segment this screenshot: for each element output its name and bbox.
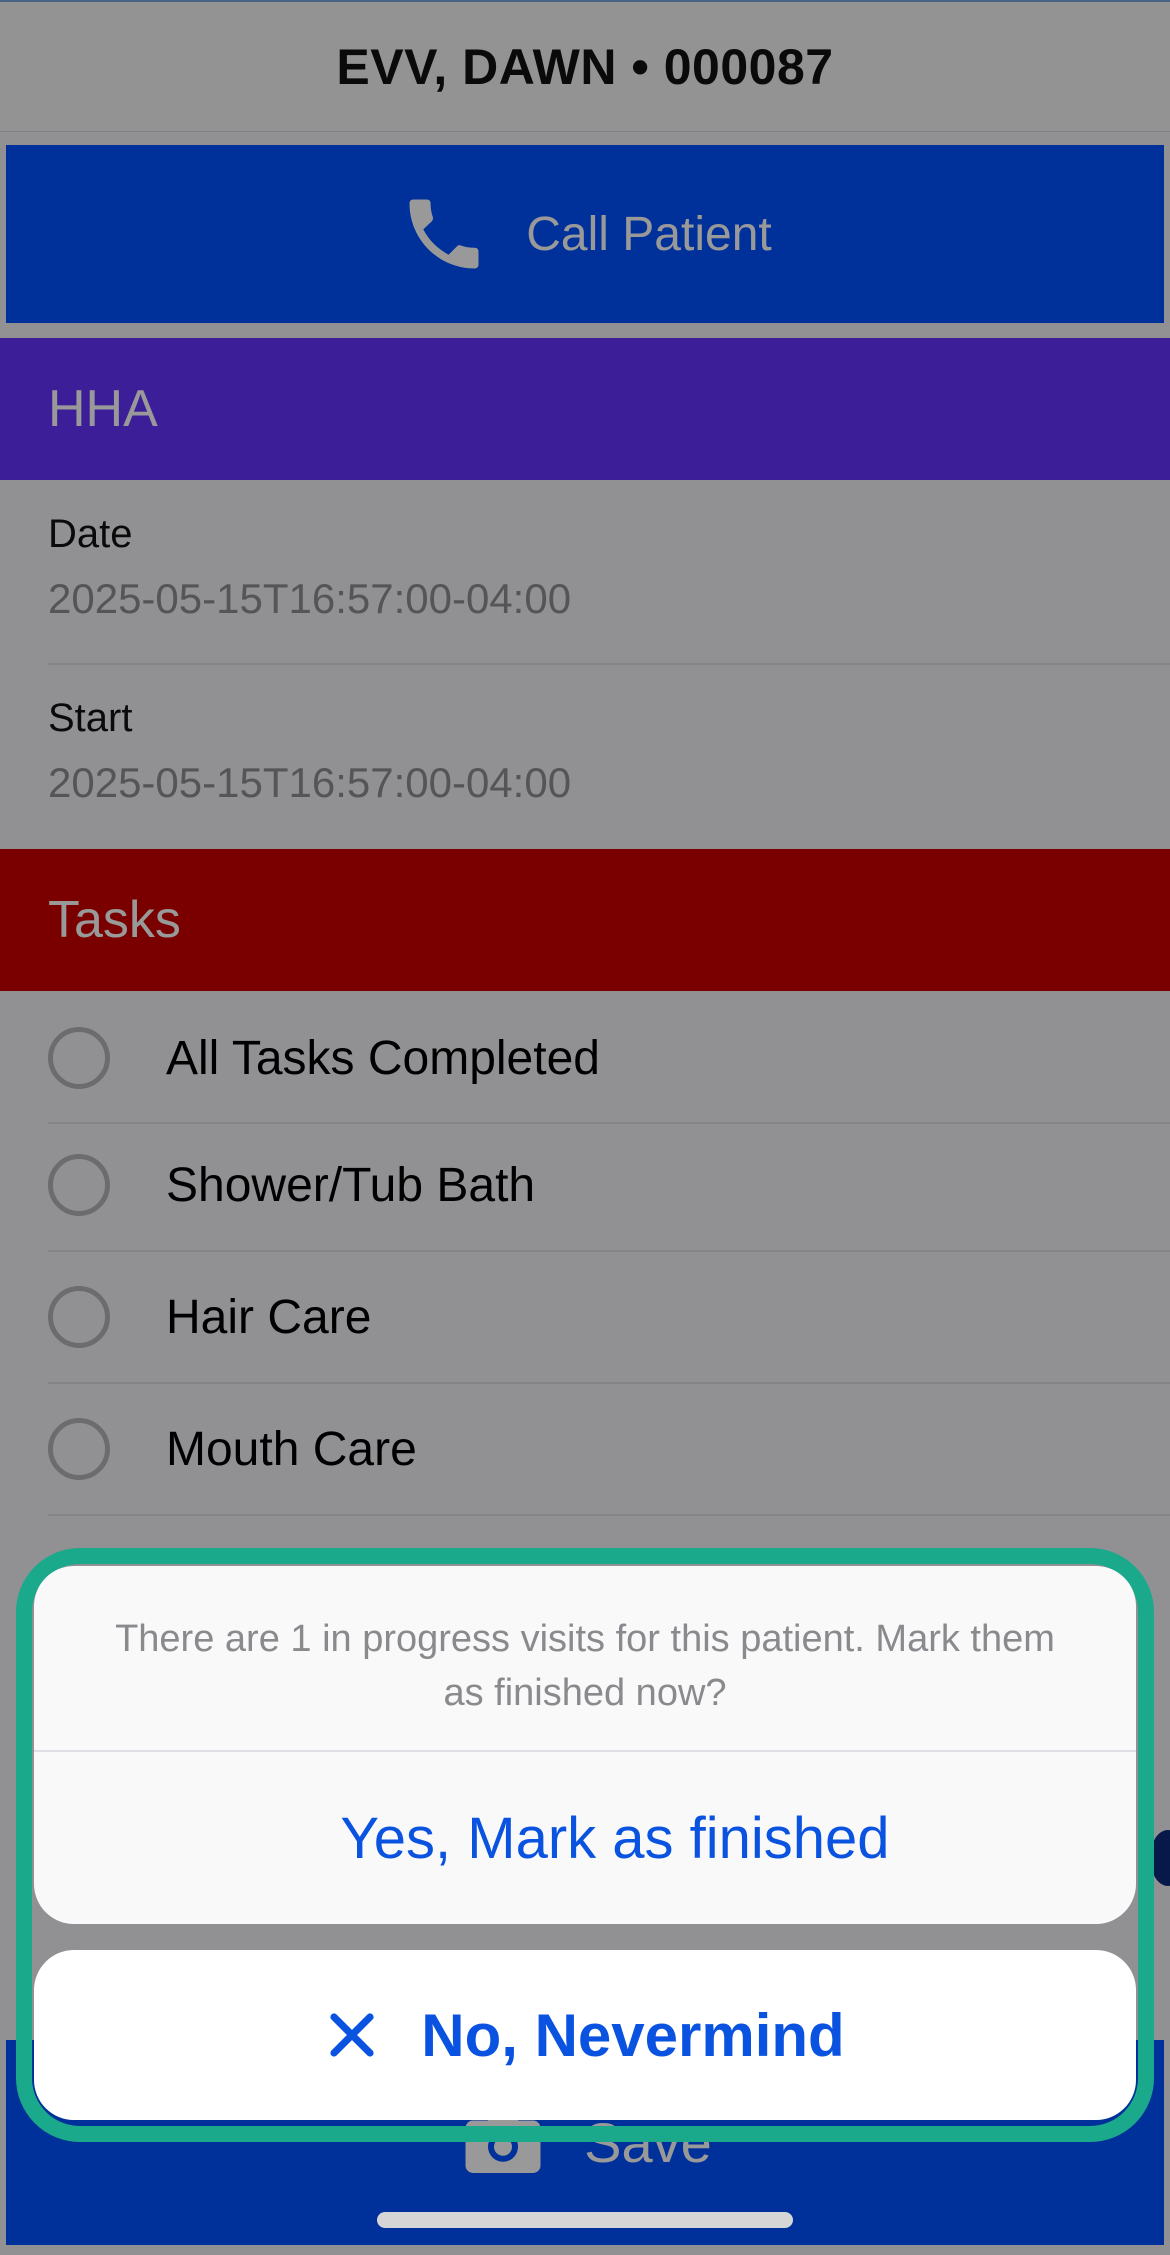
nevermind-button[interactable]: No, Nevermind (34, 1950, 1136, 2120)
close-icon (330, 2013, 374, 2057)
home-indicator (377, 2212, 793, 2228)
mark-as-finished-label: Yes, Mark as finished (340, 1805, 890, 1871)
mark-as-finished-button[interactable]: Yes, Mark as finished (34, 1752, 1136, 1924)
action-sheet-message: There are 1 in progress visits for this … (115, 1618, 1055, 1714)
action-sheet: There are 1 in progress visits for this … (34, 1566, 1136, 1924)
nevermind-label: No, Nevermind (421, 2001, 845, 2069)
